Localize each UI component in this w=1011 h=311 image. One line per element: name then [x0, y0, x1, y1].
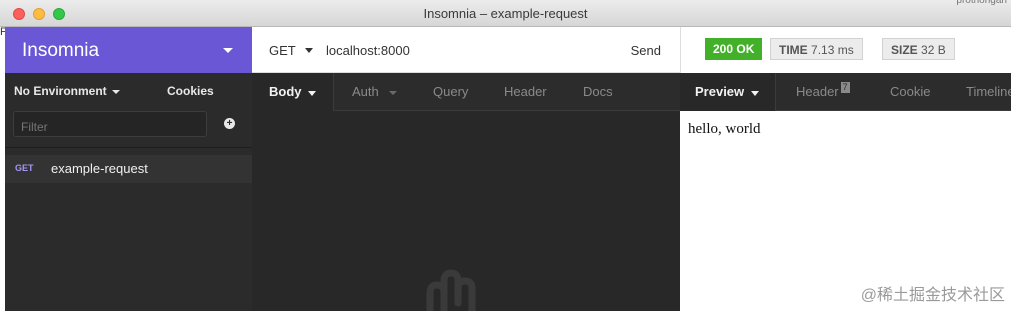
tab-auth[interactable]: Auth: [352, 84, 379, 99]
tab-timeline[interactable]: Timeline: [966, 84, 1011, 99]
url-input[interactable]: localhost:8000: [326, 43, 410, 58]
site-watermark: @稀土掘金技术社区: [860, 287, 1005, 304]
window-title: Insomnia – example-request: [423, 6, 588, 21]
request-url-bar: GET localhost:8000 Send: [252, 27, 680, 73]
time-value: 7.13 ms: [811, 43, 854, 57]
sidebar-divider: [5, 147, 252, 148]
size-label: SIZE: [891, 43, 918, 57]
tab-body[interactable]: Body: [269, 84, 302, 99]
chevron-down-icon: [223, 48, 233, 53]
method-chevron-down-icon: [305, 48, 313, 53]
title-bar: Insomnia – example-request protnongan: [0, 0, 1011, 27]
send-button[interactable]: Send: [631, 43, 661, 58]
response-tabs: Preview Header 7 Cookie Timeline: [680, 73, 1011, 111]
response-header: 200 OK TIME 7.13 ms SIZE 32 B: [680, 27, 1011, 73]
insomnia-window: Insomnia – example-request protnongan P …: [0, 0, 1011, 311]
tab-preview[interactable]: Preview: [695, 84, 744, 99]
filter-input[interactable]: [13, 111, 207, 137]
tab-cookie[interactable]: Cookie: [890, 84, 930, 99]
auth-chevron-down-icon: [389, 91, 397, 95]
request-pane: Body Auth Query Header Docs: [252, 73, 680, 311]
request-method-badge: GET: [15, 163, 34, 173]
status-badge: 200 OK: [705, 38, 763, 60]
preview-chevron-down-icon: [751, 91, 759, 96]
size-value: 32 B: [921, 43, 946, 57]
sidebar-request-item[interactable]: GET example-request: [5, 155, 252, 183]
body-chevron-down-icon: [308, 91, 316, 96]
tab-header[interactable]: Header: [504, 84, 547, 99]
environment-selector[interactable]: No Environment: [14, 84, 107, 98]
plus-circle-icon[interactable]: +: [224, 118, 235, 129]
size-badge: SIZE 32 B: [882, 38, 955, 60]
header-tab-label: Header: [796, 84, 839, 99]
method-dropdown[interactable]: GET: [269, 43, 296, 58]
response-body-text: hello, world: [688, 121, 761, 137]
hand-logo-icon: [426, 269, 476, 311]
tab-response-header[interactable]: Header 7: [796, 82, 850, 99]
sidebar: Insomnia No Environment Cookies + GET ex…: [5, 27, 252, 311]
time-label: TIME: [779, 43, 808, 57]
tab-query[interactable]: Query: [433, 84, 468, 99]
workspace-title: Insomnia: [22, 40, 100, 61]
background-app-text: protnongan: [956, 0, 1007, 6]
request-name: example-request: [51, 161, 148, 176]
time-badge: TIME 7.13 ms: [770, 38, 863, 60]
environment-chevron-down-icon: [112, 90, 120, 94]
tab-docs[interactable]: Docs: [583, 84, 613, 99]
cookies-button[interactable]: Cookies: [167, 84, 214, 98]
header-count-badge: 7: [840, 82, 850, 93]
response-preview: hello, world @稀土掘金技术社区: [680, 111, 1011, 311]
workspace-dropdown[interactable]: Insomnia: [5, 27, 252, 73]
request-tabs: Body Auth Query Header Docs: [252, 73, 680, 111]
